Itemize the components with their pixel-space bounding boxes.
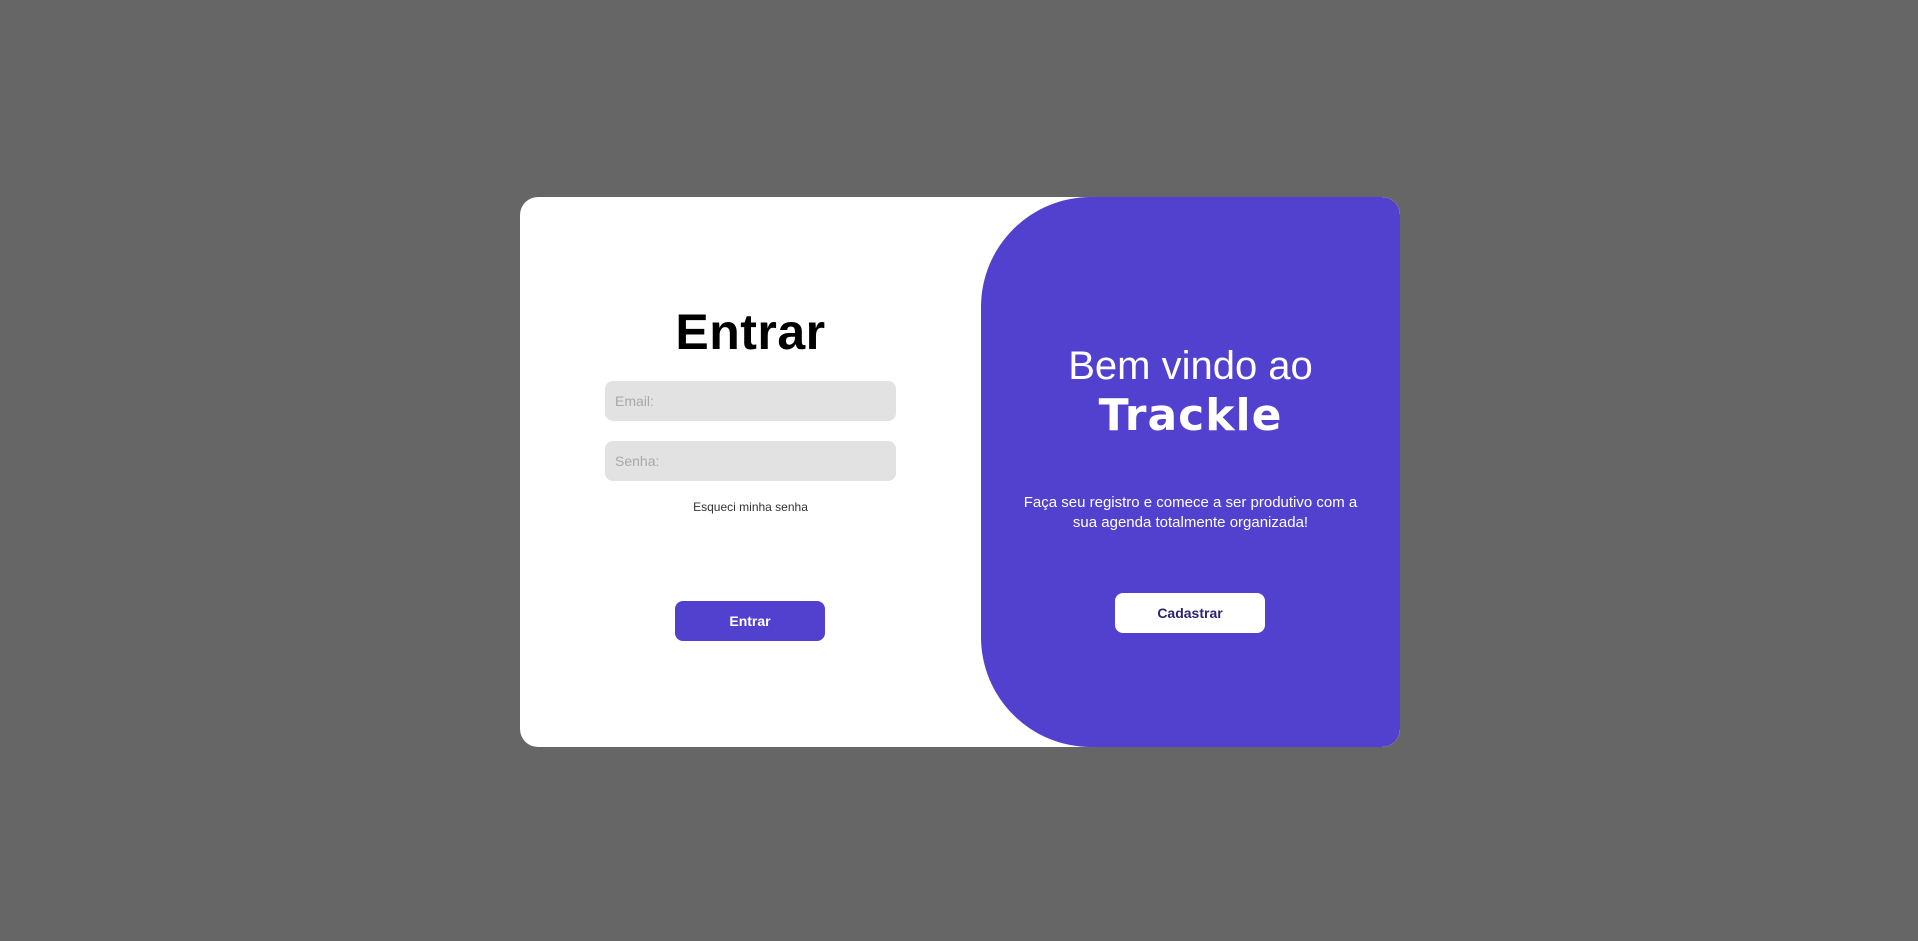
password-input[interactable]	[605, 441, 896, 481]
welcome-panel: Bem vindo ao Trackle Faça seu registro e…	[981, 197, 1400, 747]
email-input[interactable]	[605, 381, 896, 421]
login-button[interactable]: Entrar	[675, 601, 825, 641]
auth-card: Entrar Esqueci minha senha Entrar Bem vi…	[520, 197, 1400, 747]
login-panel: Entrar Esqueci minha senha Entrar	[520, 197, 981, 747]
login-title: Entrar	[675, 304, 826, 360]
signup-button[interactable]: Cadastrar	[1115, 593, 1265, 633]
welcome-title: Bem vindo ao	[1068, 344, 1313, 388]
welcome-description: Faça seu registro e comece a ser produti…	[1023, 494, 1358, 531]
forgot-password-link[interactable]: Esqueci minha senha	[520, 500, 981, 514]
brand-name: Trackle	[1098, 390, 1283, 441]
